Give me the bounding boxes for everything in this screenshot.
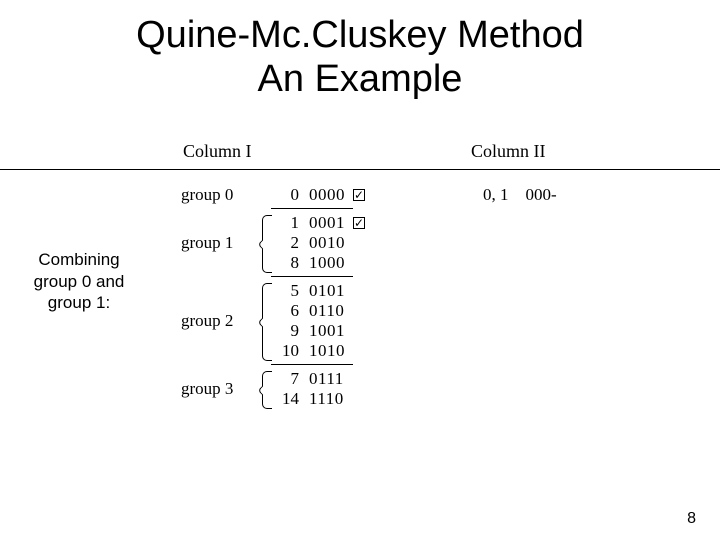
combining-caption: Combining group 0 and group 1: — [24, 249, 134, 313]
group-3-label: group 3 — [181, 379, 233, 399]
column-2-row: 0, 1 000- — [483, 185, 557, 205]
group-divider — [271, 276, 353, 277]
table-row: 8 1000 — [275, 253, 365, 273]
column-2-header: Column II — [471, 141, 546, 162]
brace-icon — [262, 371, 272, 409]
page-title: Quine-Mc.Cluskey Method An Example — [0, 0, 720, 101]
table-row: 9 1001 — [275, 321, 353, 341]
page-number: 8 — [687, 510, 696, 528]
table-row: 6 0110 — [275, 301, 353, 321]
table-row: 5 0101 — [275, 281, 353, 301]
title-line-2: An Example — [258, 58, 463, 100]
table-row: 2 0010 — [275, 233, 365, 253]
group-0-rows: 0 0000 ✓ — [275, 185, 365, 212]
table-row: 0 0000 ✓ — [275, 185, 365, 205]
combined-indices: 0, 1 — [483, 185, 509, 204]
brace-icon — [262, 283, 272, 361]
combined-binary: 000- — [526, 185, 557, 204]
check-icon: ✓ — [353, 189, 365, 201]
brace-icon — [262, 215, 272, 273]
group-2-label: group 2 — [181, 311, 233, 331]
column-1-header: Column I — [183, 141, 252, 162]
group-1-label: group 1 — [181, 233, 233, 253]
group-divider — [271, 208, 353, 209]
title-line-1: Quine-Mc.Cluskey Method — [136, 14, 584, 56]
table-row: 14 1110 — [275, 389, 344, 409]
check-icon: ✓ — [353, 217, 365, 229]
group-divider — [271, 364, 353, 365]
header-divider — [0, 169, 720, 170]
table-row: 7 0111 — [275, 369, 344, 389]
table-row: 1 0001 ✓ — [275, 213, 365, 233]
table-row: 10 1010 — [275, 341, 353, 361]
group-2-rows: 5 0101 6 0110 9 1001 10 1010 — [275, 281, 353, 368]
group-0-label: group 0 — [181, 185, 233, 205]
group-1-rows: 1 0001 ✓ 2 0010 8 1000 — [275, 213, 365, 280]
group-3-rows: 7 0111 14 1110 — [275, 369, 344, 409]
